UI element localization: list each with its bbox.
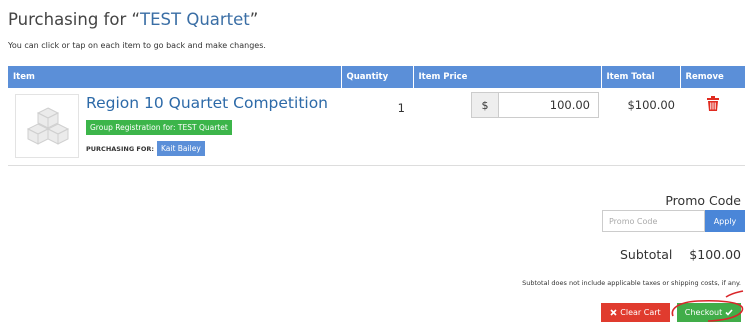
price-cell: $ — [413, 88, 601, 166]
currency-addon: $ — [472, 93, 499, 117]
page-title: Purchasing for “TEST Quartet” — [8, 10, 258, 29]
column-header-quantity: Quantity — [341, 66, 414, 88]
title-quartet-name: TEST Quartet — [140, 10, 250, 29]
price-input[interactable] — [499, 93, 598, 117]
quantity-cell: 1 — [341, 88, 413, 166]
column-header-item-price: Item Price — [413, 66, 602, 88]
times-icon — [610, 309, 617, 316]
remove-cell — [680, 88, 745, 166]
table-row[interactable]: Region 10 Quartet Competition Group Regi… — [8, 88, 745, 166]
column-header-remove: Remove — [680, 66, 745, 88]
remove-item-button[interactable] — [706, 96, 719, 115]
purchasing-for-label: PURCHASING FOR: — [86, 144, 154, 153]
cubes-icon — [26, 107, 70, 145]
title-prefix: Purchasing for “ — [8, 10, 141, 29]
apply-promo-button[interactable]: Apply — [705, 210, 745, 232]
item-cell[interactable]: Region 10 Quartet Competition Group Regi… — [8, 88, 341, 166]
subtotal-note: Subtotal does not include applicable tax… — [522, 279, 741, 287]
group-registration-badge: Group Registration for: TEST Quartet — [86, 120, 232, 135]
cart-table: Item Quantity Item Price Item Total Remo… — [8, 66, 745, 166]
subtotal-label: Subtotal — [620, 247, 673, 262]
purchaser-name-badge: Kait Bailey — [157, 141, 205, 156]
clear-cart-label: Clear Cart — [620, 308, 661, 317]
item-thumbnail[interactable] — [15, 94, 79, 158]
title-suffix: ” — [249, 10, 259, 29]
checkout-button[interactable]: Checkout — [677, 303, 741, 322]
intro-text: You can click or tap on each item to go … — [8, 41, 266, 50]
trash-icon — [706, 96, 719, 111]
subtotal-value: $100.00 — [689, 247, 741, 262]
item-total-cell: $100.00 — [601, 88, 680, 166]
promo-code-input[interactable] — [602, 210, 705, 232]
clear-cart-button[interactable]: Clear Cart — [601, 303, 670, 322]
price-input-group: $ — [471, 92, 599, 118]
table-header-row: Item Quantity Item Price Item Total Remo… — [8, 66, 745, 88]
column-header-item-total: Item Total — [601, 66, 681, 88]
column-header-item: Item — [8, 66, 342, 88]
purchasing-for-line: PURCHASING FOR: Kait Bailey — [86, 141, 205, 156]
checkout-label: Checkout — [684, 308, 723, 317]
check-icon — [725, 309, 733, 316]
promo-code-heading: Promo Code — [665, 193, 741, 208]
item-name-link[interactable]: Region 10 Quartet Competition — [86, 94, 328, 112]
